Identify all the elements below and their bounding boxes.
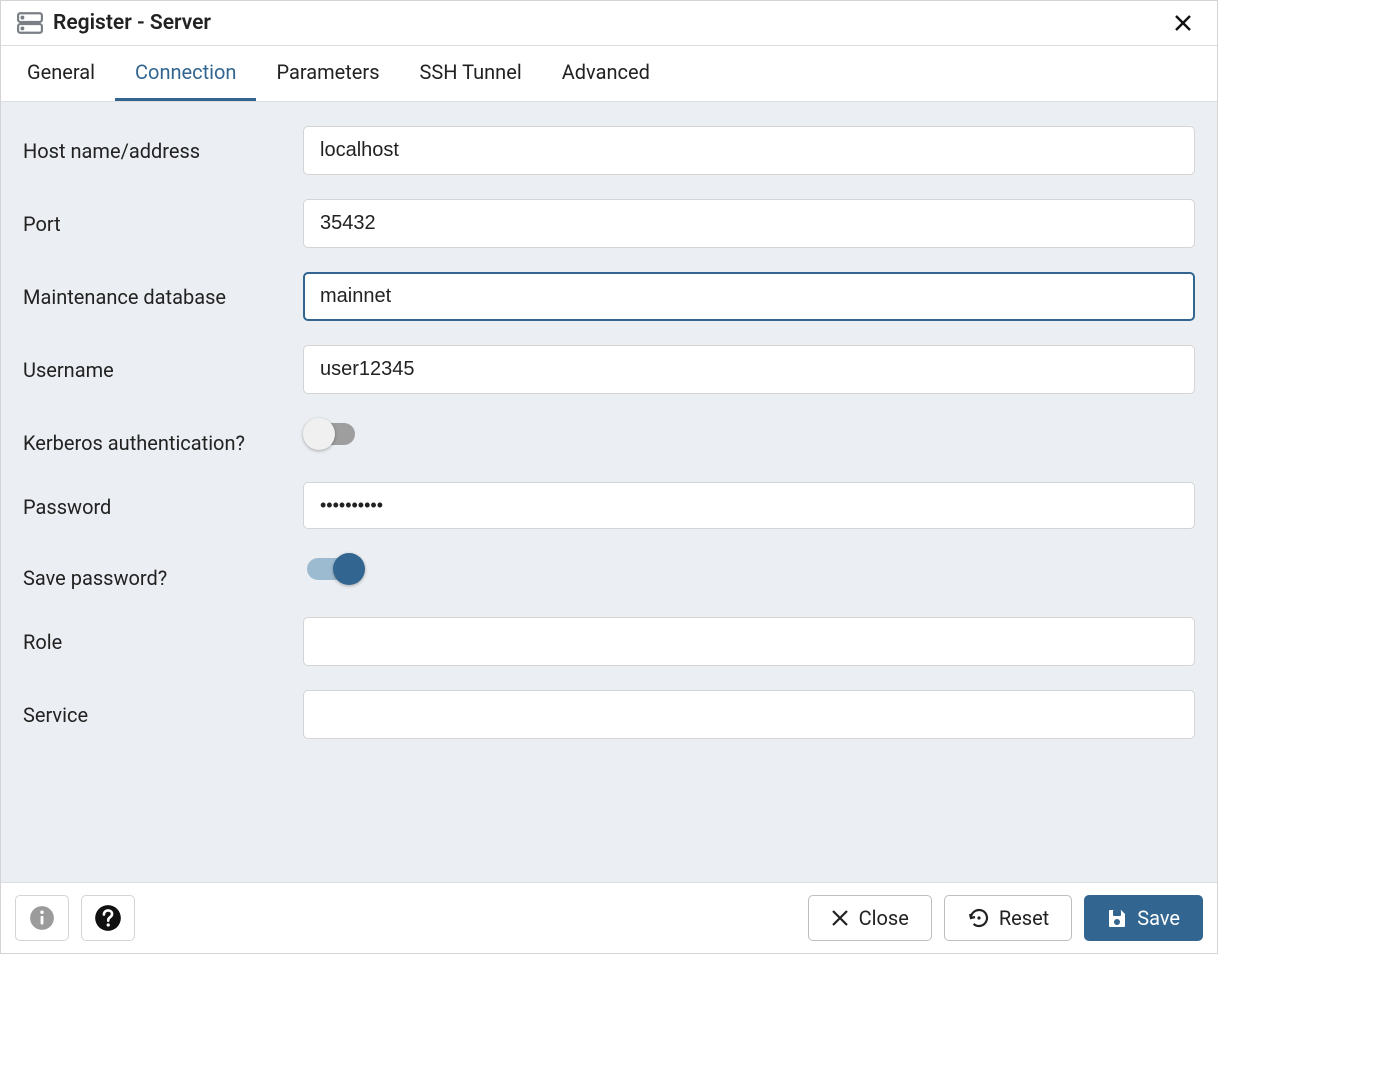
row-service: Service xyxy=(11,678,1207,751)
form-body: Host name/address Port Maintenance datab… xyxy=(1,102,1217,882)
row-password: Password xyxy=(11,470,1207,541)
row-port: Port xyxy=(11,187,1207,260)
save-button-label: Save xyxy=(1137,906,1180,930)
save-button[interactable]: Save xyxy=(1084,895,1203,941)
label-username: Username xyxy=(23,345,303,385)
register-server-dialog: Register - Server General Connection Par… xyxy=(0,0,1218,954)
label-password: Password xyxy=(23,482,303,522)
kerberos-toggle[interactable] xyxy=(303,418,365,450)
host-input[interactable] xyxy=(303,126,1195,175)
label-kerberos: Kerberos authentication? xyxy=(23,418,303,458)
service-input[interactable] xyxy=(303,690,1195,739)
row-maintenance-db: Maintenance database xyxy=(11,260,1207,333)
close-button-label: Close xyxy=(859,906,909,930)
save-password-toggle[interactable] xyxy=(303,553,365,585)
dialog-header: Register - Server xyxy=(1,1,1217,46)
label-host: Host name/address xyxy=(23,126,303,166)
reset-button-label: Reset xyxy=(999,906,1049,930)
dialog-title: Register - Server xyxy=(53,11,1165,35)
label-save-password: Save password? xyxy=(23,553,303,593)
row-kerberos: Kerberos authentication? xyxy=(11,406,1207,470)
label-service: Service xyxy=(23,690,303,730)
server-icon xyxy=(17,12,43,34)
tabs: General Connection Parameters SSH Tunnel… xyxy=(1,46,1217,102)
port-input[interactable] xyxy=(303,199,1195,248)
label-role: Role xyxy=(23,617,303,657)
help-icon-button[interactable] xyxy=(81,895,135,941)
save-icon xyxy=(1107,908,1127,928)
row-save-password: Save password? xyxy=(11,541,1207,605)
row-role: Role xyxy=(11,605,1207,678)
close-button[interactable]: Close xyxy=(808,895,932,941)
password-input[interactable] xyxy=(303,482,1195,529)
tab-general[interactable]: General xyxy=(7,46,115,101)
tab-advanced[interactable]: Advanced xyxy=(542,46,670,101)
row-username: Username xyxy=(11,333,1207,406)
label-port: Port xyxy=(23,199,303,239)
dialog-footer: Close Reset Save xyxy=(1,882,1217,953)
row-host: Host name/address xyxy=(11,114,1207,187)
tab-parameters[interactable]: Parameters xyxy=(256,46,399,101)
tab-ssh-tunnel[interactable]: SSH Tunnel xyxy=(400,46,542,101)
reset-icon xyxy=(967,908,989,928)
reset-button[interactable]: Reset xyxy=(944,895,1072,941)
maintenance-db-input[interactable] xyxy=(303,272,1195,321)
username-input[interactable] xyxy=(303,345,1195,394)
close-x-icon xyxy=(831,909,849,927)
role-input[interactable] xyxy=(303,617,1195,666)
label-maintenance-db: Maintenance database xyxy=(23,272,303,312)
close-icon[interactable] xyxy=(1165,9,1201,37)
info-icon-button[interactable] xyxy=(15,895,69,941)
tab-connection[interactable]: Connection xyxy=(115,46,256,101)
